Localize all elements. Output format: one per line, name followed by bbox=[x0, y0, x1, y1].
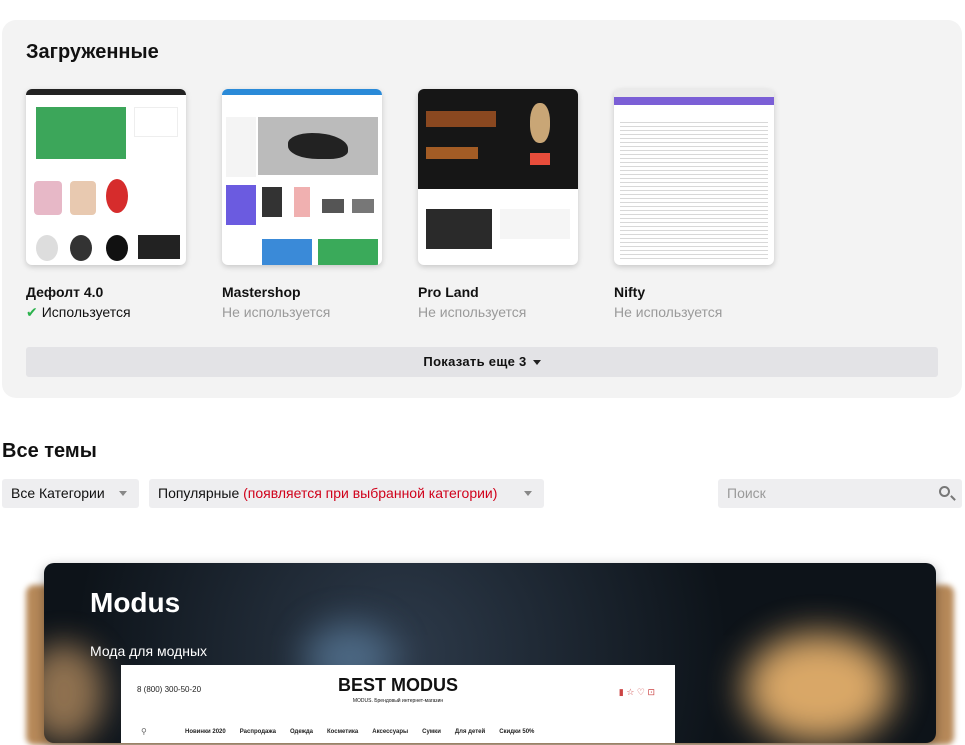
search-icon[interactable] bbox=[939, 486, 950, 497]
all-themes-title: Все темы bbox=[2, 440, 97, 462]
theme-name: Nifty bbox=[614, 284, 646, 300]
chevron-down-icon bbox=[524, 491, 532, 496]
sort-hint: (появляется при выбранной категории) bbox=[243, 485, 498, 501]
theme-card-mastershop[interactable]: Mastershop Не используется bbox=[222, 89, 382, 320]
theme-name: Pro Land bbox=[418, 284, 479, 300]
show-more-button[interactable]: Показать еще 3 bbox=[26, 347, 938, 377]
preview-nav: Новинки 2020 Распродажа Одежда Косметика Акс… bbox=[185, 729, 535, 735]
preview-logo: BEST MODUS MODUS. Брендовый интернет-мага… bbox=[337, 675, 458, 704]
theme-card-nifty[interactable]: Nifty Не используется bbox=[614, 89, 774, 320]
theme-status: Не используется bbox=[418, 304, 527, 320]
uploaded-title: Загруженные bbox=[26, 41, 159, 63]
theme-thumbnail[interactable] bbox=[418, 89, 578, 265]
theme-preview: 8 (800) 300-50-20 BEST MODUS MODUS. Бренд… bbox=[121, 665, 675, 743]
theme-status: ✔ Используется bbox=[26, 304, 131, 320]
theme-card-proland[interactable]: Pro Land Не используется bbox=[418, 89, 578, 320]
theme-thumbnail[interactable] bbox=[222, 89, 382, 265]
check-icon: ✔ bbox=[26, 304, 38, 320]
preview-cart-icon: ▮ ☆ ♡ ⊡ bbox=[618, 687, 655, 697]
theme-thumbnail[interactable] bbox=[614, 89, 774, 265]
theme-status: Не используется bbox=[222, 304, 331, 320]
featured-theme-subtitle: Мода для модных bbox=[90, 643, 208, 659]
chevron-down-icon bbox=[532, 360, 541, 366]
featured-theme-card[interactable]: Modus Мода для модных 8 (800) 300-50-20 … bbox=[26, 563, 956, 745]
featured-theme-banner[interactable]: Modus Мода для модных 8 (800) 300-50-20 … bbox=[44, 563, 936, 743]
theme-name: Mastershop bbox=[222, 284, 301, 300]
chevron-down-icon bbox=[119, 491, 127, 496]
uploaded-themes-panel: Загруженные Дефолт 4.0 ✔ Используется Ma… bbox=[2, 20, 962, 398]
sort-select[interactable]: Популярные (появляется при выбранной кат… bbox=[149, 479, 544, 508]
theme-status: Не используется bbox=[614, 304, 723, 320]
theme-name: Дефолт 4.0 bbox=[26, 284, 104, 300]
category-select[interactable]: Все Категории bbox=[2, 479, 139, 508]
search-input[interactable]: Поиск bbox=[718, 479, 962, 508]
theme-thumbnail[interactable] bbox=[26, 89, 186, 265]
featured-theme-title: Modus bbox=[90, 587, 181, 618]
theme-card-default[interactable]: Дефолт 4.0 ✔ Используется bbox=[26, 89, 186, 321]
